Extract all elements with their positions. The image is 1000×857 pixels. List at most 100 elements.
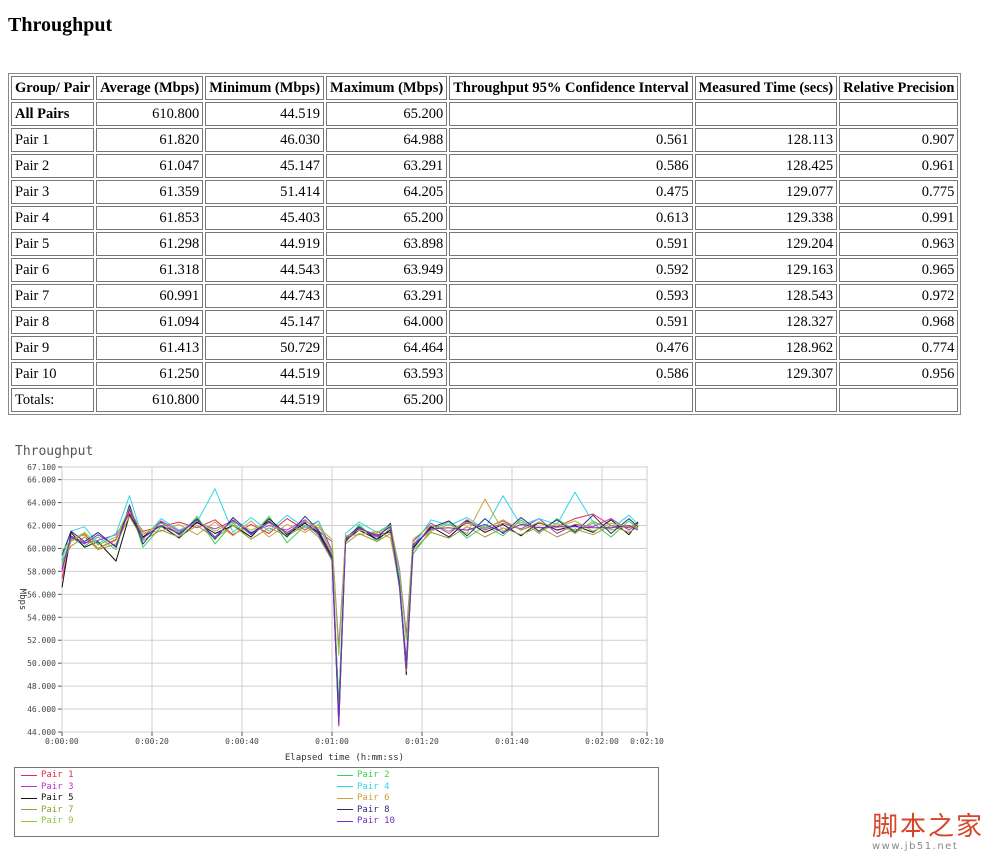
throughput-line-chart: 44.000 46.000 48.000 50.000 52.000 54.000 56.0…	[17, 463, 664, 763]
column-header: Relative Precision	[839, 76, 959, 100]
table-row: Pair 8 61.094 45.147 64.000 0.591 128.327 0.96…	[11, 310, 959, 334]
average-cell: 61.298	[96, 232, 204, 256]
page-title: Throughput	[8, 14, 113, 36]
group-cell: Pair 9	[11, 336, 95, 360]
confidence-cell: 0.475	[449, 180, 693, 204]
maximum-cell: 65.200	[326, 206, 448, 230]
confidence-cell	[449, 102, 693, 126]
maximum-cell: 63.593	[326, 362, 448, 386]
average-cell: 61.413	[96, 336, 204, 360]
column-header: Minimum (Mbps)	[205, 76, 325, 100]
minimum-cell: 50.729	[205, 336, 325, 360]
y-tick-label: 67.100	[27, 463, 56, 472]
y-tick-label: 66.000	[27, 476, 56, 485]
legend-item: Pair 5	[21, 793, 74, 803]
legend-swatch	[337, 774, 353, 776]
maximum-cell: 63.949	[326, 258, 448, 282]
x-tick-label: 0:02:10	[630, 737, 664, 746]
y-tick-label: 46.000	[27, 705, 56, 714]
legend-swatch	[337, 786, 353, 787]
measured-time-cell: 129.163	[694, 258, 838, 282]
confidence-cell: 0.586	[449, 154, 693, 178]
table-row: Pair 1 61.820 46.030 64.988 0.561 128.113 0.90…	[11, 128, 959, 152]
minimum-cell: 45.403	[205, 206, 325, 230]
group-cell: Pair 2	[11, 154, 95, 178]
legend-item: Pair 1	[21, 770, 74, 780]
legend-item: Pair 10	[337, 816, 395, 826]
average-cell: 60.991	[96, 284, 204, 308]
table-header-row: Group/ Pair Average (Mbps) Minimum (Mbps…	[11, 76, 959, 100]
legend-label: Pair 9	[41, 816, 74, 826]
table-row: Pair 6 61.318 44.543 63.949 0.592 129.163 0.96…	[11, 258, 959, 282]
legend-label: Pair 10	[357, 816, 395, 826]
group-cell: Pair 8	[11, 310, 95, 334]
precision-cell	[839, 102, 959, 126]
average-cell: 61.318	[96, 258, 204, 282]
minimum-cell: 51.414	[205, 180, 325, 204]
watermark-text: 脚本之家	[872, 812, 985, 842]
chart-legend: Pair 1 Pair 2 Pair 3 Pair 4 Pair 5 Pair 6 Pair…	[14, 767, 659, 837]
precision-cell: 0.907	[839, 128, 959, 152]
legend-label: Pair 1	[41, 770, 74, 780]
measured-time-cell: 128.113	[694, 128, 838, 152]
y-tick-label: 54.000	[27, 613, 56, 622]
table-row: Totals: 610.800 44.519 65.200	[11, 388, 959, 412]
precision-cell: 0.965	[839, 258, 959, 282]
legend-label: Pair 2	[357, 770, 390, 780]
column-header: Average (Mbps)	[96, 76, 204, 100]
minimum-cell: 46.030	[205, 128, 325, 152]
precision-cell: 0.963	[839, 232, 959, 256]
column-header: Group/ Pair	[11, 76, 95, 100]
legend-item: Pair 6	[337, 793, 390, 803]
table-row: Pair 3 61.359 51.414 64.205 0.475 129.077 0.77…	[11, 180, 959, 204]
x-tick-label: 0:01:40	[495, 737, 529, 746]
measured-time-cell: 129.077	[694, 180, 838, 204]
legend-label: Pair 4	[357, 781, 390, 792]
maximum-cell: 64.988	[326, 128, 448, 152]
y-axis-label: Mbps	[17, 589, 27, 611]
confidence-cell: 0.591	[449, 310, 693, 334]
table-row: Pair 2 61.047 45.147 63.291 0.586 128.425 0.96…	[11, 154, 959, 178]
measured-time-cell: 128.962	[694, 336, 838, 360]
group-cell: Pair 10	[11, 362, 95, 386]
x-tick-label: 0:01:00	[315, 737, 349, 746]
legend-item: Pair 4	[337, 782, 390, 792]
minimum-cell: 44.743	[205, 284, 325, 308]
average-cell: 61.047	[96, 154, 204, 178]
group-cell: Pair 1	[11, 128, 95, 152]
plot-area	[61, 466, 648, 733]
y-tick-label: 48.000	[27, 682, 56, 691]
confidence-cell: 0.561	[449, 128, 693, 152]
legend-label: Pair 3	[41, 781, 74, 792]
x-tick-label: 0:00:40	[225, 737, 259, 746]
chart-title: Throughput	[15, 444, 94, 459]
minimum-cell: 44.519	[205, 102, 325, 126]
measured-time-cell: 128.327	[694, 310, 838, 334]
legend-swatch	[21, 820, 37, 822]
group-cell: Totals:	[11, 388, 95, 412]
minimum-cell: 44.919	[205, 232, 325, 256]
measured-time-cell: 129.338	[694, 206, 838, 230]
table-row: Pair 10 61.250 44.519 63.593 0.586 129.307 0.9…	[11, 362, 959, 386]
y-tick-label: 60.000	[27, 544, 56, 553]
average-cell: 61.853	[96, 206, 204, 230]
precision-cell: 0.961	[839, 154, 959, 178]
x-tick-label: 0:02:00	[585, 737, 619, 746]
legend-swatch	[21, 797, 37, 799]
average-cell: 610.800	[96, 388, 204, 412]
confidence-cell: 0.592	[449, 258, 693, 282]
average-cell: 61.359	[96, 180, 204, 204]
precision-cell: 0.968	[839, 310, 959, 334]
measured-time-cell: 128.543	[694, 284, 838, 308]
confidence-cell: 0.476	[449, 336, 693, 360]
minimum-cell: 44.519	[205, 362, 325, 386]
legend-swatch	[337, 809, 353, 810]
precision-cell	[839, 388, 959, 412]
confidence-cell: 0.593	[449, 284, 693, 308]
minimum-cell: 44.543	[205, 258, 325, 282]
maximum-cell: 64.000	[326, 310, 448, 334]
group-cell: Pair 3	[11, 180, 95, 204]
legend-swatch	[21, 774, 37, 776]
average-cell: 61.250	[96, 362, 204, 386]
y-tick-label: 62.000	[27, 522, 56, 531]
